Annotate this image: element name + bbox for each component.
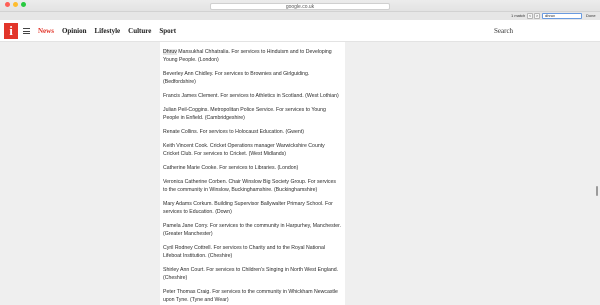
nav-item-news[interactable]: News xyxy=(38,26,54,36)
honours-entry: Peter Thomas Craig. For services to the … xyxy=(163,288,341,304)
nav-item-sport[interactable]: Sport xyxy=(159,26,176,36)
find-bar: 1 match < > dhruv Done xyxy=(0,11,600,20)
maximize-window-button[interactable] xyxy=(21,2,26,7)
entry-text: Beverley Ann Chidley. For services to Br… xyxy=(163,71,310,85)
entry-text: Catherine Marie Cooke. For services to L… xyxy=(163,165,299,171)
site-logo[interactable]: i xyxy=(4,23,18,39)
entry-text: Renate Collins. For services to Holocaus… xyxy=(163,129,304,135)
nav-item-lifestyle[interactable]: Lifestyle xyxy=(94,26,120,36)
nav-item-culture[interactable]: Culture xyxy=(128,26,151,36)
honours-entry: Francis James Clement. For services to A… xyxy=(163,92,341,100)
address-bar[interactable]: google.co.uk xyxy=(210,3,390,10)
entry-text: Pamela Jane Corry. For services to the c… xyxy=(163,223,341,237)
honours-entry: Shirley Ann Court. For services to Child… xyxy=(163,266,341,282)
window-controls xyxy=(5,2,26,7)
honours-entry: Mary Adams Corkum. Building Supervisor B… xyxy=(163,200,341,216)
entry-text: Shirley Ann Court. For services to Child… xyxy=(163,267,339,281)
minimize-window-button[interactable] xyxy=(13,2,18,7)
search-button[interactable]: Search xyxy=(494,26,513,36)
honours-entry: Beverley Ann Chidley. For services to Br… xyxy=(163,70,341,86)
honours-entry: Pamela Jane Corry. For services to the c… xyxy=(163,222,341,238)
find-navigation: < > xyxy=(527,13,540,19)
search-highlight: Dhruv xyxy=(163,49,177,55)
honours-entry: Keith Vincent Cook. Cricket Operations m… xyxy=(163,142,341,158)
entry-text: Mansukhal Chhatralia. For services to Hi… xyxy=(163,49,332,63)
scrollbar-thumb[interactable] xyxy=(596,186,598,196)
site-header: i News Opinion Lifestyle Culture Sport Searc… xyxy=(0,20,600,42)
entry-text: Veronica Catherine Corben. Chair Winslow… xyxy=(163,179,336,193)
entry-text: Julian Peil-Coggins. Metropolitan Police… xyxy=(163,107,326,121)
entry-text: Peter Thomas Craig. For services to the … xyxy=(163,289,338,303)
find-match-count: 1 match xyxy=(511,13,526,18)
article-body: Dhruv Mansukhal Chhatralia. For services… xyxy=(160,42,345,305)
main-nav: News Opinion Lifestyle Culture Sport xyxy=(38,26,176,36)
nav-item-opinion[interactable]: Opinion xyxy=(62,26,87,36)
menu-icon[interactable] xyxy=(23,28,30,36)
entry-text: Mary Adams Corkum. Building Supervisor B… xyxy=(163,201,333,215)
find-previous-button[interactable]: < xyxy=(527,13,533,19)
close-window-button[interactable] xyxy=(5,2,10,7)
entry-text: Cyril Rodney Cottrell. For services to C… xyxy=(163,245,326,259)
entry-text: Francis James Clement. For services to A… xyxy=(163,93,339,99)
browser-toolbar: google.co.uk 1 match < > dhruv Done xyxy=(0,0,600,20)
honours-entry: Renate Collins. For services to Holocaus… xyxy=(163,128,341,136)
honours-entry: Catherine Marie Cooke. For services to L… xyxy=(163,164,341,172)
find-done-button[interactable]: Done xyxy=(586,13,596,19)
honours-entry: Veronica Catherine Corben. Chair Winslow… xyxy=(163,178,341,194)
honours-entry: Dhruv Mansukhal Chhatralia. For services… xyxy=(163,48,341,64)
find-input[interactable]: dhruv xyxy=(542,13,582,19)
entry-text: Keith Vincent Cook. Cricket Operations m… xyxy=(163,143,325,157)
honours-entry: Cyril Rodney Cottrell. For services to C… xyxy=(163,244,341,260)
honours-entry: Julian Peil-Coggins. Metropolitan Police… xyxy=(163,106,341,122)
find-next-button[interactable]: > xyxy=(534,13,540,19)
